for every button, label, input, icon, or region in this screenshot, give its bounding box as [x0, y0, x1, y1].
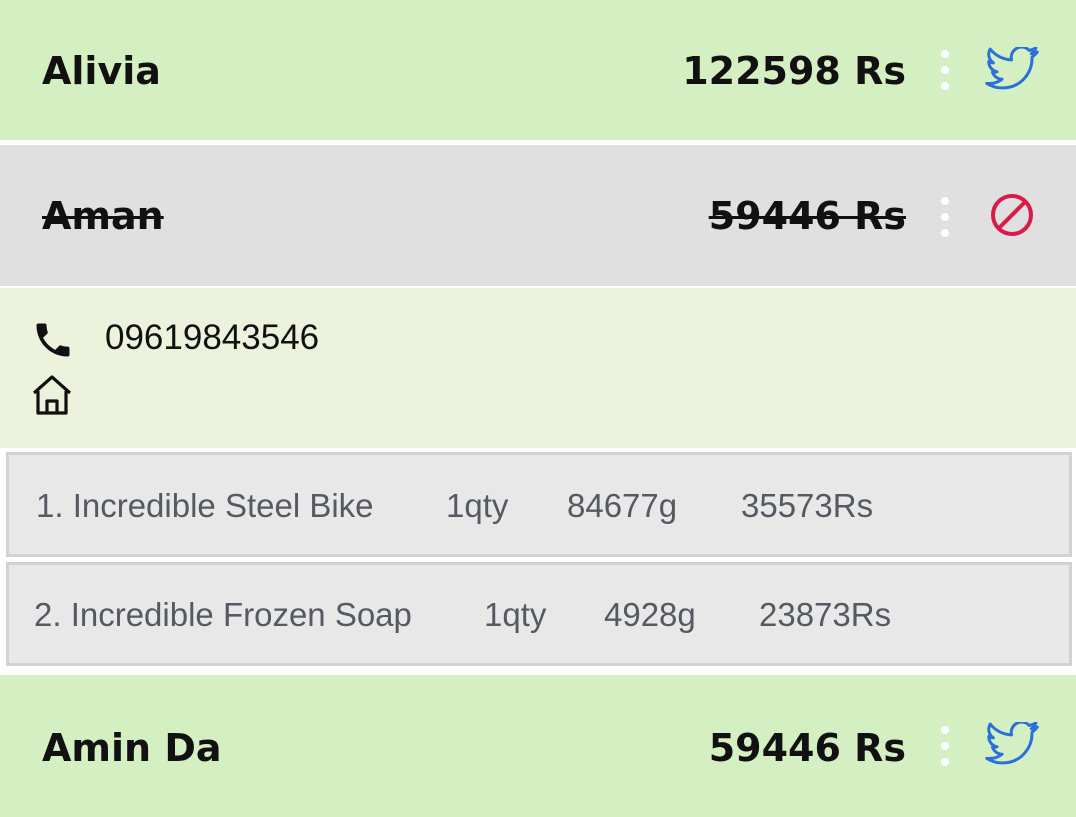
twitter-icon[interactable] — [984, 47, 1040, 93]
item-weight: 4928g — [604, 596, 696, 633]
customer-name: Aman — [42, 194, 164, 238]
item-name: 2. Incredible Frozen Soap — [34, 596, 412, 633]
item-qty: 1qty — [446, 487, 509, 524]
phone-number: 09619843546 — [105, 318, 320, 357]
item-price: 23873Rs — [759, 596, 892, 633]
order-amount: 59446 Rs — [708, 726, 906, 770]
more-options-icon[interactable] — [940, 50, 950, 90]
customer-name: Amin Da — [42, 726, 222, 770]
order-row-alivia[interactable]: Alivia 122598 Rs — [0, 0, 1076, 140]
order-amount: 122598 Rs — [682, 49, 906, 93]
order-details-panel — [0, 288, 1076, 448]
more-options-icon[interactable] — [940, 726, 950, 766]
more-options-icon[interactable] — [940, 197, 950, 237]
customer-name: Alivia — [42, 49, 161, 93]
item-name: 1. Incredible Steel Bike — [36, 487, 374, 524]
item-qty: 1qty — [484, 596, 547, 633]
item-weight: 84677g — [567, 487, 678, 524]
order-row-aman[interactable]: Aman 59446 Rs — [0, 145, 1076, 286]
order-amount: 59446 Rs — [708, 194, 906, 238]
twitter-icon[interactable] — [984, 722, 1040, 768]
home-icon[interactable] — [28, 370, 76, 420]
phone-icon[interactable] — [30, 318, 76, 362]
block-icon[interactable] — [984, 192, 1040, 238]
item-price: 35573Rs — [741, 487, 874, 524]
order-row-amin-da[interactable]: Amin Da 59446 Rs — [0, 675, 1076, 817]
